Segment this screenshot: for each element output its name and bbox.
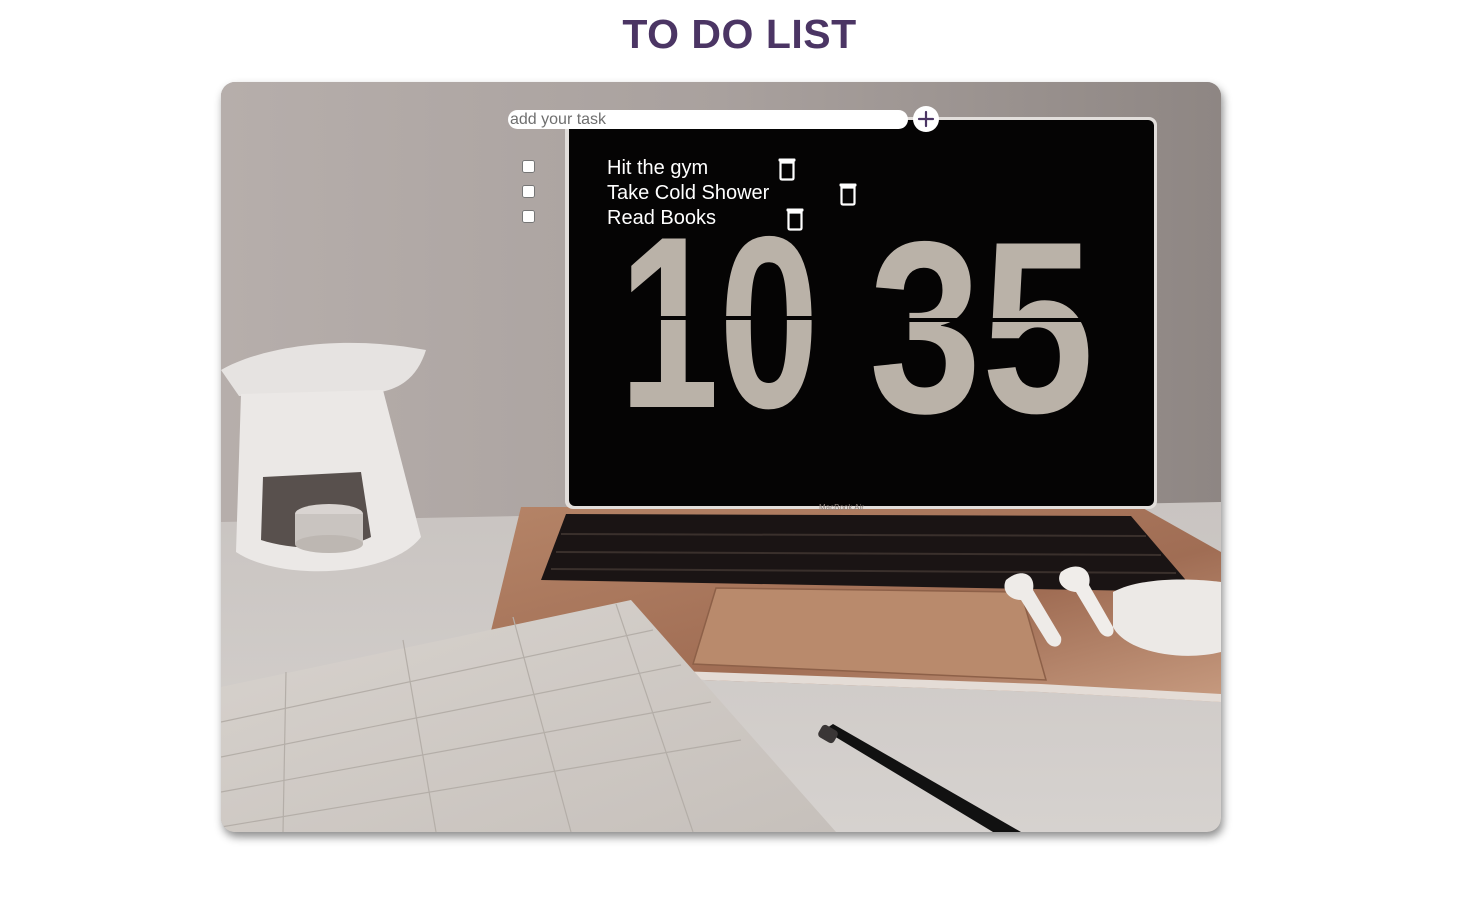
- delete-task-button[interactable]: [785, 207, 805, 231]
- plus-icon: [917, 110, 935, 128]
- todo-card: MacBook Air 10 35 add your task Hit the …: [221, 82, 1221, 832]
- delete-task-button[interactable]: [777, 157, 797, 181]
- task-text: Take Cold Shower: [607, 182, 770, 204]
- svg-text:35: 35: [869, 190, 1094, 464]
- task-text: Hit the gym: [607, 157, 709, 179]
- trash-icon: [786, 208, 804, 231]
- task-input[interactable]: [508, 110, 908, 129]
- svg-text:MacBook Air: MacBook Air: [819, 503, 864, 512]
- delete-task-button[interactable]: [838, 182, 858, 206]
- page-title: TO DO LIST: [622, 11, 857, 57]
- task-checkbox[interactable]: [522, 210, 535, 223]
- trash-icon: [778, 158, 796, 181]
- task-text: Read Books: [607, 207, 716, 229]
- trash-icon: [839, 183, 857, 206]
- task-checkbox[interactable]: [522, 160, 535, 173]
- add-task-button[interactable]: [913, 106, 939, 132]
- task-checkbox[interactable]: [522, 185, 535, 198]
